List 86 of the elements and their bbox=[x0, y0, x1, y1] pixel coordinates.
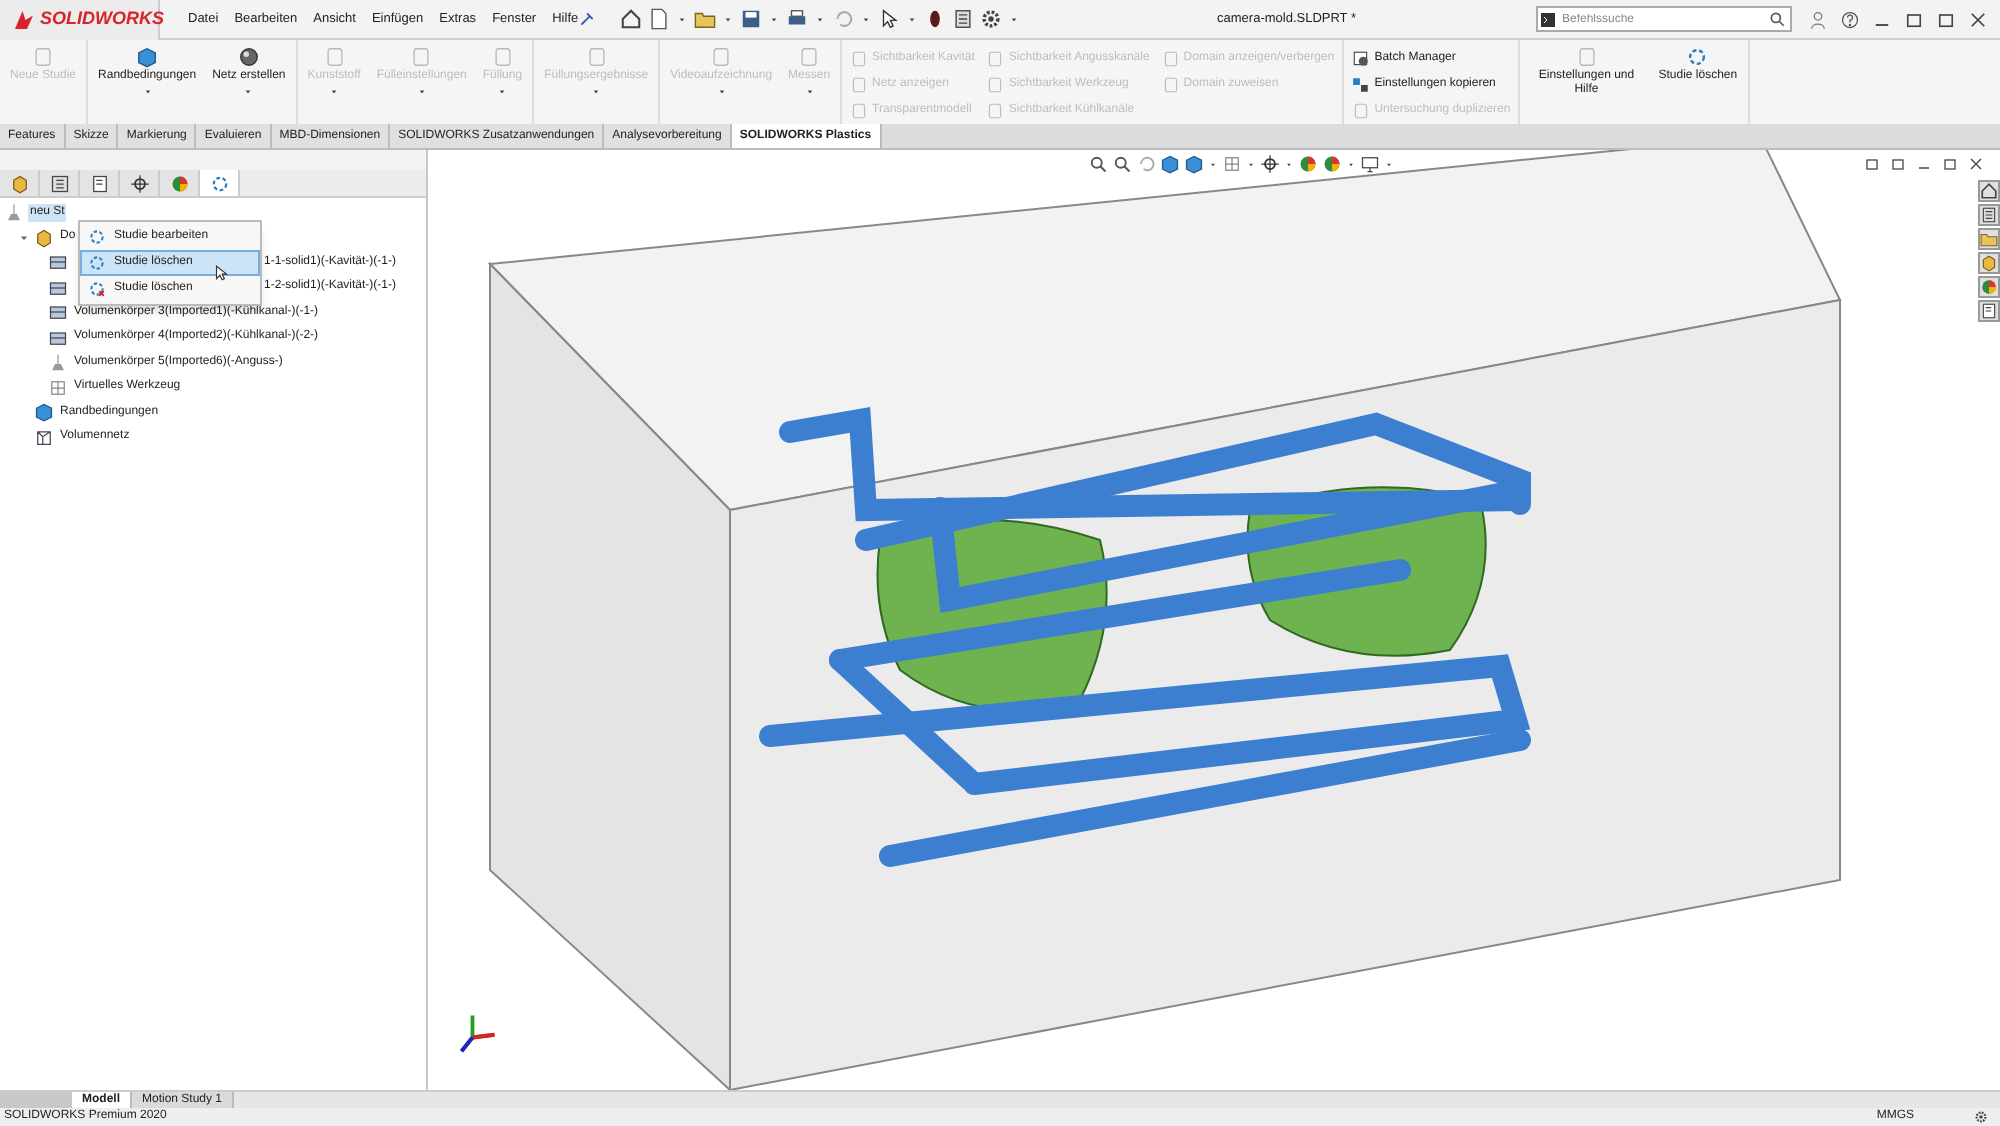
document-icon bbox=[491, 46, 514, 68]
user-icon[interactable] bbox=[1808, 9, 1828, 29]
home-icon[interactable] bbox=[1978, 180, 2000, 202]
maximize-icon[interactable] bbox=[1904, 9, 1924, 29]
cursor-icon[interactable] bbox=[878, 8, 901, 30]
caret-icon bbox=[496, 86, 509, 98]
cycle-icon bbox=[209, 173, 229, 193]
library-icon[interactable] bbox=[1978, 204, 2000, 226]
scene-icon[interactable] bbox=[1322, 154, 1342, 174]
caret-icon[interactable] bbox=[1384, 159, 1394, 169]
caret-icon bbox=[715, 86, 728, 98]
print-icon[interactable] bbox=[786, 8, 809, 30]
cycle-icon bbox=[1686, 46, 1709, 68]
monitor-icon[interactable] bbox=[1360, 154, 1380, 174]
appearance-icon[interactable] bbox=[1978, 276, 2000, 298]
cube-icon bbox=[34, 402, 54, 423]
solid-body-icon bbox=[48, 302, 68, 323]
pin-icon[interactable] bbox=[578, 10, 597, 28]
solid-body-icon bbox=[48, 252, 68, 273]
caret-icon bbox=[328, 86, 341, 98]
tree-icon bbox=[49, 173, 69, 193]
caret-icon[interactable] bbox=[676, 13, 689, 25]
save-icon[interactable] bbox=[740, 8, 763, 30]
document-icon bbox=[710, 46, 733, 68]
tool-icon bbox=[48, 377, 68, 398]
collapse-arrow-icon[interactable] bbox=[18, 231, 30, 244]
restore-icon[interactable] bbox=[1942, 156, 1958, 172]
help-icon[interactable] bbox=[1840, 9, 1860, 29]
target-icon bbox=[129, 173, 149, 193]
cycle-cross-icon bbox=[88, 280, 106, 298]
mesh-icon bbox=[34, 427, 54, 448]
caret-icon bbox=[590, 86, 603, 98]
folder-icon[interactable] bbox=[1978, 228, 2000, 250]
solid-body-icon bbox=[48, 327, 68, 348]
caret-icon[interactable] bbox=[1208, 159, 1218, 169]
solid-body-icon bbox=[48, 277, 68, 298]
home-icon[interactable] bbox=[620, 8, 643, 30]
caret-icon[interactable] bbox=[722, 13, 735, 25]
zoom-area-icon[interactable] bbox=[1112, 154, 1132, 174]
document-icon bbox=[798, 46, 821, 68]
axis-triad-icon bbox=[456, 1010, 500, 1054]
caret-icon bbox=[242, 86, 255, 98]
close-icon[interactable] bbox=[1968, 156, 1984, 172]
caret-icon bbox=[141, 86, 154, 98]
document-icon bbox=[1575, 46, 1598, 68]
copy-icon bbox=[1352, 75, 1371, 93]
cursor-icon bbox=[212, 264, 230, 282]
close-icon[interactable] bbox=[1968, 9, 1988, 29]
caret-icon[interactable] bbox=[906, 13, 919, 25]
logo-text: SOLIDWORKS bbox=[40, 5, 164, 32]
caret-icon bbox=[415, 86, 428, 98]
cube-icon bbox=[136, 46, 159, 68]
manager-tab[interactable] bbox=[200, 170, 240, 196]
document-icon bbox=[410, 46, 433, 68]
search-icon[interactable] bbox=[1768, 10, 1786, 28]
clock-icon bbox=[1352, 49, 1371, 67]
sphere-icon bbox=[237, 46, 260, 68]
caret-icon[interactable] bbox=[1346, 159, 1356, 169]
document-icon bbox=[1352, 101, 1371, 119]
appearance-icon[interactable] bbox=[1298, 154, 1318, 174]
caret-icon[interactable] bbox=[860, 13, 873, 25]
manager-tab[interactable] bbox=[80, 170, 120, 196]
settings-icon[interactable] bbox=[980, 8, 1003, 30]
caret-icon[interactable] bbox=[814, 13, 827, 25]
pie-icon bbox=[169, 173, 189, 193]
logo-icon bbox=[12, 7, 36, 31]
part-icon bbox=[9, 173, 29, 193]
zoom-icon[interactable] bbox=[1088, 154, 1108, 174]
list-icon[interactable] bbox=[952, 8, 975, 30]
new-document-icon[interactable] bbox=[648, 8, 671, 30]
caret-icon[interactable] bbox=[1284, 159, 1294, 169]
caret-icon bbox=[803, 86, 816, 98]
restore-icon[interactable] bbox=[1936, 9, 1956, 29]
manager-tab[interactable] bbox=[40, 170, 80, 196]
properties-icon[interactable] bbox=[1978, 300, 2000, 322]
part-icon bbox=[34, 227, 54, 248]
properties-icon bbox=[89, 173, 109, 193]
caret-icon[interactable] bbox=[768, 13, 781, 25]
settings-icon[interactable] bbox=[1974, 1110, 1988, 1124]
folder-icon[interactable] bbox=[694, 8, 717, 30]
manager-tab[interactable] bbox=[120, 170, 160, 196]
caret-icon[interactable] bbox=[1008, 13, 1021, 25]
document-icon bbox=[585, 46, 608, 68]
caret-icon[interactable] bbox=[1246, 159, 1256, 169]
display-icon[interactable] bbox=[1222, 154, 1242, 174]
document-icon bbox=[323, 46, 346, 68]
